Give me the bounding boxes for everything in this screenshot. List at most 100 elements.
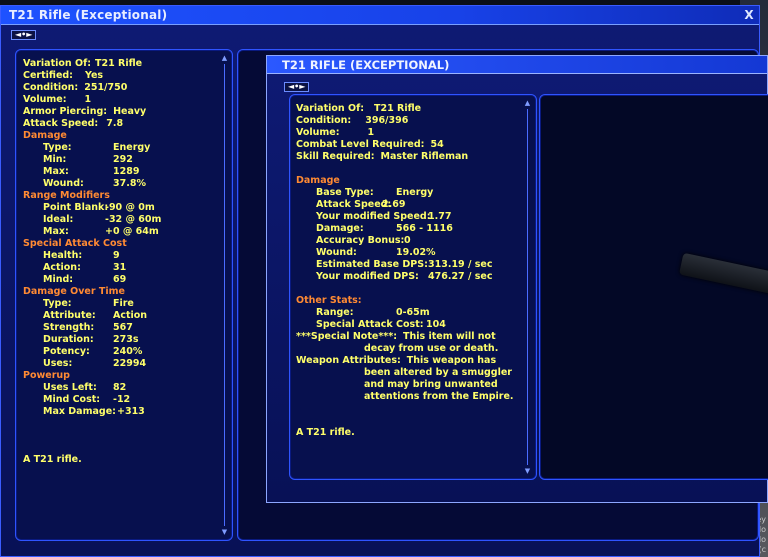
- attributes-list: Variation Of: T21 Rifle Certified: Yes Condi…: [23, 58, 213, 466]
- attribute-row: Ideal: -32 @ 60m: [23, 214, 213, 226]
- attribute-value: 54: [430, 139, 444, 150]
- attribute-value: +313: [117, 406, 145, 417]
- attribute-label: Estimated Base DPS:: [316, 259, 428, 270]
- rifle-preview-icon: [679, 252, 768, 300]
- attribute-row: Armor Piercing: Heavy: [23, 106, 213, 118]
- nav-arrows-icon-front[interactable]: ◄•►: [284, 82, 310, 92]
- attributes-scrollbar[interactable]: ▲ ▼: [220, 54, 229, 536]
- attribute-label: Ideal:: [43, 214, 74, 225]
- attribute-value: -90 @ 0m: [105, 202, 155, 213]
- attribute-row: Mind Cost: -12: [23, 394, 213, 406]
- attribute-value: Master Rifleman: [380, 151, 469, 162]
- scroll-down-icon[interactable]: ▼: [220, 528, 229, 536]
- attribute-label: Your modified Speed:: [316, 211, 431, 222]
- attribute-row: Health: 9: [23, 250, 213, 262]
- attribute-value: 1: [367, 127, 375, 138]
- section-header: Range Modifiers: [23, 190, 110, 201]
- attribute-label: Strength:: [43, 322, 95, 333]
- item-preview-panel-front: [539, 94, 768, 480]
- attribute-label: Damage:: [316, 223, 364, 234]
- attributes-panel: Variation Of: T21 Rifle Certified: Yes Condi…: [15, 49, 233, 541]
- attribute-row: Min: 292: [23, 154, 213, 166]
- attribute-label: Range:: [316, 307, 354, 318]
- attribute-row: Accuracy Bonus:0: [296, 235, 522, 247]
- attribute-value: T21 Rifle: [95, 58, 143, 69]
- attribute-row: Estimated Base DPS:313.19 / sec: [296, 259, 522, 271]
- attribute-row: Special Attack Cost: 104: [296, 319, 522, 331]
- attribute-label: Wound:: [43, 178, 84, 189]
- attribute-label: Attribute:: [43, 310, 96, 321]
- attribute-row: [23, 430, 213, 442]
- item-examine-window-front[interactable]: T21 RIFLE (EXCEPTIONAL) ◄•► Variation Of…: [266, 55, 768, 503]
- attribute-label: Uses:: [43, 358, 73, 369]
- attribute-value: -32 @ 60m: [105, 214, 162, 225]
- attribute-row: Condition: 251/750: [23, 82, 213, 94]
- window-titlebar[interactable]: T21 Rifle (Exceptional) X: [1, 6, 759, 25]
- window-titlebar-front[interactable]: T21 RIFLE (EXCEPTIONAL): [267, 56, 767, 74]
- attribute-row: Max: +0 @ 64m: [23, 226, 213, 238]
- close-icon[interactable]: X: [743, 9, 755, 21]
- attribute-label: Armor Piercing:: [23, 106, 108, 117]
- attribute-value: 31: [113, 262, 127, 273]
- attribute-value: 7.8: [106, 118, 124, 129]
- attribute-value: 0-65m: [396, 307, 430, 318]
- attribute-row: Attribute: Action: [23, 310, 213, 322]
- scroll-track[interactable]: [224, 64, 225, 526]
- attribute-label: Wound:: [316, 247, 357, 258]
- attribute-row: Action: 31: [23, 262, 213, 274]
- attribute-label: Special Attack Cost:: [316, 319, 424, 330]
- attribute-label: Type:: [43, 298, 72, 309]
- attribute-label: Variation Of:: [23, 58, 91, 69]
- attribute-value: 1.77: [428, 211, 452, 222]
- attribute-label: Skill Required:: [296, 151, 375, 162]
- attribute-label: Mind:: [43, 274, 74, 285]
- attribute-label: Certified:: [23, 70, 73, 81]
- attribute-label: Base Type:: [316, 187, 374, 198]
- attribute-row: attentions from the Empire.: [364, 391, 514, 402]
- attribute-value: 22994: [113, 358, 147, 369]
- attribute-label: Condition:: [23, 82, 79, 93]
- attribute-row: been altered by a smuggler: [364, 367, 512, 378]
- section-header: Damage Over Time: [23, 286, 125, 297]
- attribute-label: Attack Speed:: [316, 199, 392, 210]
- attribute-label: Max:: [43, 226, 69, 237]
- attribute-label: Your modified DPS:: [316, 271, 419, 282]
- section-header: Special Attack Cost: [23, 238, 127, 249]
- attribute-label: Weapon Attributes:: [296, 355, 401, 366]
- attribute-value: Action: [113, 310, 148, 321]
- nav-arrows-icon[interactable]: ◄•►: [11, 30, 37, 40]
- attribute-row: decay from use or death.: [364, 343, 499, 354]
- attributes-list-front: Variation Of: T21 Rifle Condition: 396/396 V…: [296, 103, 522, 439]
- attribute-value: 240%: [113, 346, 143, 357]
- attribute-value: 1289: [113, 166, 140, 177]
- attribute-label: Max:: [43, 166, 69, 177]
- attribute-label: Health:: [43, 250, 83, 261]
- attribute-row: A T21 rifle.: [296, 427, 355, 438]
- attribute-label: Mind Cost:: [43, 394, 101, 405]
- attribute-label: Volume:: [23, 94, 67, 105]
- attribute-row: Certified: Yes: [23, 70, 213, 82]
- scroll-track[interactable]: [527, 109, 528, 465]
- attribute-row: [296, 163, 522, 175]
- section-header: Damage: [23, 130, 67, 141]
- attributes-panel-front: Variation Of: T21 Rifle Condition: 396/396 V…: [289, 94, 537, 480]
- attribute-value: 567: [113, 322, 133, 333]
- attribute-row: A T21 rifle.: [23, 454, 82, 465]
- attribute-value: Energy: [396, 187, 434, 198]
- attribute-value: 251/750: [84, 82, 128, 93]
- attribute-row: Uses: 22994: [23, 358, 213, 370]
- scroll-up-icon[interactable]: ▲: [220, 54, 229, 62]
- attribute-label: Action:: [43, 262, 81, 273]
- attribute-row: Condition: 396/396: [296, 115, 522, 127]
- scroll-up-icon[interactable]: ▲: [523, 99, 532, 107]
- attribute-value: 273s: [113, 334, 139, 345]
- scroll-down-icon[interactable]: ▼: [523, 467, 532, 475]
- attributes-scrollbar-front[interactable]: ▲ ▼: [523, 99, 532, 475]
- attribute-value: 0: [404, 235, 411, 246]
- attribute-label: Duration:: [43, 334, 94, 345]
- attribute-value: 69: [113, 274, 127, 285]
- attribute-row: Max Damage:+313: [23, 406, 213, 418]
- attribute-row: Uses Left: 82: [23, 382, 213, 394]
- attribute-value: Heavy: [113, 106, 147, 117]
- attribute-value: 19.02%: [396, 247, 436, 258]
